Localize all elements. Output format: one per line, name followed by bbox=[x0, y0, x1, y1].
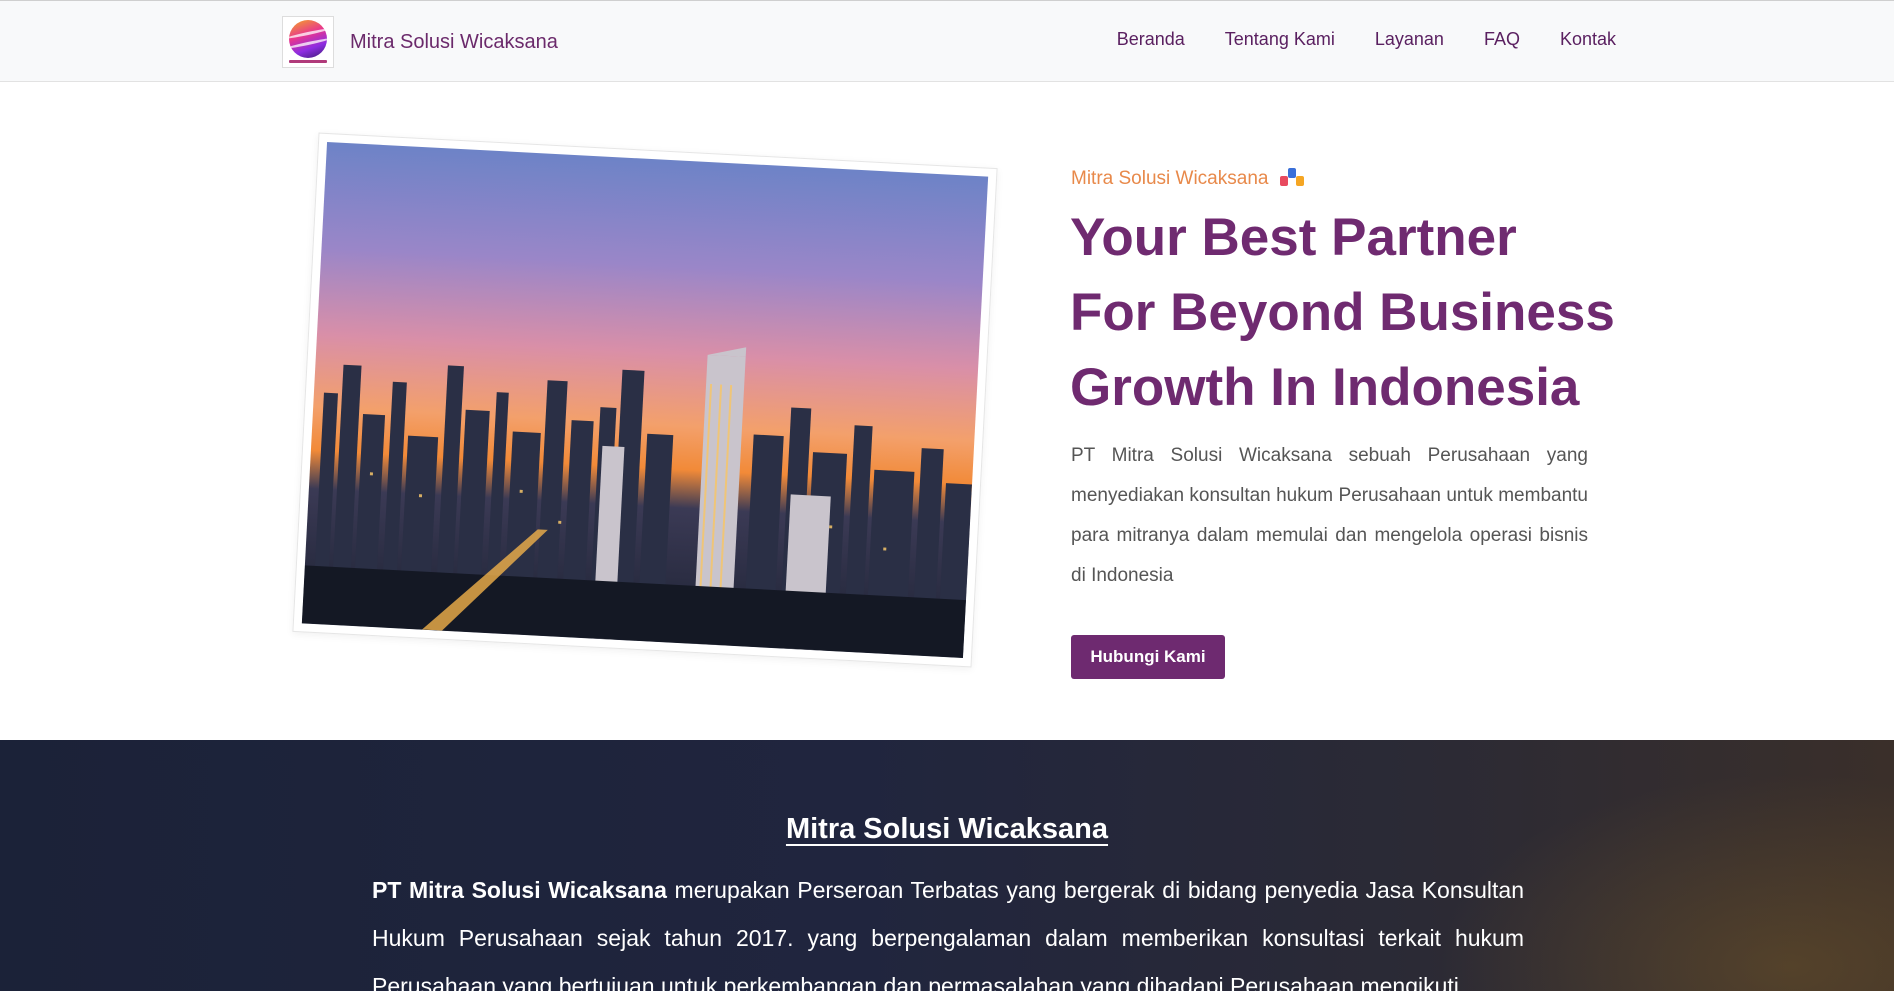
about-title: Mitra Solusi Wicaksana bbox=[785, 813, 1109, 845]
about-section: Mitra Solusi Wicaksana PT Mitra Solusi W… bbox=[0, 740, 1894, 991]
nav-kontak[interactable]: Kontak bbox=[1560, 29, 1616, 50]
brand-link[interactable]: Mitra Solusi Wicaksana bbox=[282, 15, 558, 69]
hero-kicker: Mitra Solusi Wicaksana bbox=[1071, 168, 1305, 190]
about-description: PT Mitra Solusi Wicaksana merupakan Pers… bbox=[372, 866, 1524, 991]
skyline-illustration bbox=[301, 347, 973, 658]
brand-name: Mitra Solusi Wicaksana bbox=[350, 30, 558, 53]
contact-us-button[interactable]: Hubungi Kami bbox=[1071, 635, 1225, 679]
hero-title-line-1: Your Best Partner bbox=[1070, 208, 1517, 267]
hero-title-line-2: For Beyond Business bbox=[1070, 283, 1615, 342]
main-nav: Beranda Tentang Kami Layanan FAQ Kontak bbox=[1117, 29, 1616, 50]
hero-title-line-3: Growth In Indonesia bbox=[1070, 358, 1580, 417]
hero-photo-frame bbox=[292, 132, 998, 668]
company-logo bbox=[282, 16, 334, 68]
globe-logo-icon bbox=[289, 20, 327, 58]
nav-faq[interactable]: FAQ bbox=[1484, 29, 1520, 50]
city-skyline-photo bbox=[301, 142, 989, 658]
navbar: Mitra Solusi Wicaksana Beranda Tentang K… bbox=[0, 0, 1894, 82]
nav-tentang-kami[interactable]: Tentang Kami bbox=[1225, 29, 1335, 50]
nav-beranda[interactable]: Beranda bbox=[1117, 29, 1185, 50]
hero-kicker-text: Mitra Solusi Wicaksana bbox=[1071, 168, 1269, 189]
team-icon bbox=[1280, 168, 1305, 190]
hero-description: PT Mitra Solusi Wicaksana sebuah Perusah… bbox=[1071, 445, 1588, 586]
about-company-name: PT Mitra Solusi Wicaksana bbox=[372, 877, 667, 903]
nav-layanan[interactable]: Layanan bbox=[1375, 29, 1444, 50]
hero-title: Your Best Partner For Beyond Business Gr… bbox=[1070, 200, 1615, 425]
